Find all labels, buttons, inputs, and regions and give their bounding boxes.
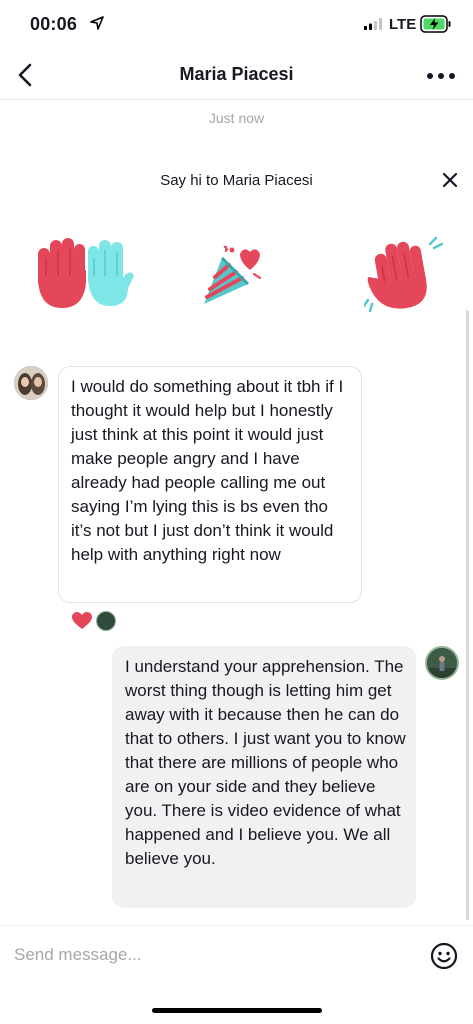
- signal-icon: [364, 18, 382, 30]
- ellipsis-icon[interactable]: [426, 72, 456, 80]
- say-hi-prompt: Say hi to Maria Piacesi: [160, 172, 313, 189]
- avatar-photo-icon: [14, 366, 48, 400]
- reaction-avatar: [96, 611, 116, 631]
- avatar-photo-icon: [427, 648, 457, 678]
- status-bar: 00:06 LTE: [0, 0, 473, 50]
- incoming-message[interactable]: I would do something about it tbh if I t…: [58, 366, 362, 603]
- high-five-hands-sticker[interactable]: [36, 236, 136, 312]
- avatar[interactable]: [14, 366, 48, 400]
- close-icon[interactable]: [441, 171, 459, 189]
- network-type: LTE: [389, 16, 417, 33]
- scrollbar[interactable]: [466, 310, 469, 920]
- message-timestamp: Just now: [208, 110, 265, 126]
- outgoing-message[interactable]: I understand your apprehension. The wors…: [112, 646, 416, 908]
- waving-hand-sticker[interactable]: [364, 236, 444, 312]
- heart-icon: [72, 612, 92, 629]
- party-popper-sticker[interactable]: [200, 244, 262, 308]
- message-input[interactable]: [14, 940, 414, 970]
- battery-charging-icon: [420, 15, 451, 33]
- status-time: 00:06: [30, 14, 78, 34]
- smiley-icon[interactable]: [430, 942, 458, 970]
- avatar[interactable]: [425, 646, 459, 680]
- chat-title[interactable]: Maria Piacesi: [0, 64, 473, 85]
- home-indicator[interactable]: [152, 1008, 322, 1013]
- chat-header: Maria Piacesi: [0, 50, 473, 100]
- location-arrow-icon: [90, 16, 104, 30]
- message-composer: [0, 925, 473, 985]
